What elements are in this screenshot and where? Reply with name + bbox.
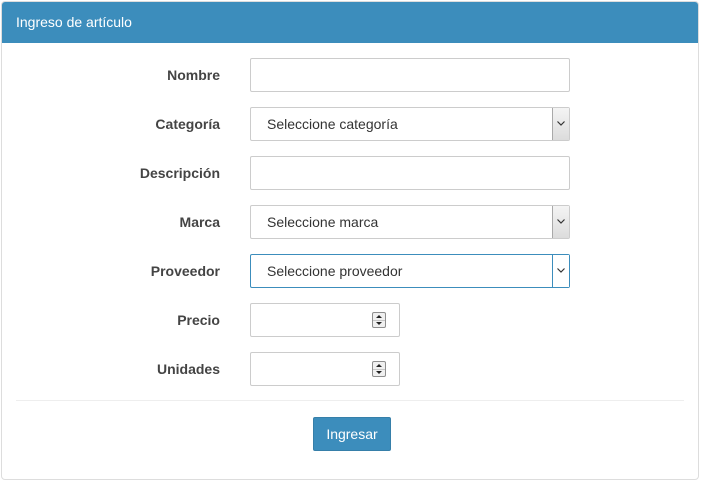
marca-select[interactable]: Seleccione marca xyxy=(250,205,570,239)
article-form-panel: Ingreso de artículo Nombre Categoría Sel… xyxy=(1,1,699,480)
marca-label: Marca xyxy=(179,214,220,230)
unidades-label: Unidades xyxy=(156,361,220,377)
categoria-select[interactable]: Seleccione categoría xyxy=(250,107,570,141)
footer-divider xyxy=(16,400,684,401)
categoria-select-value: Seleccione categoría xyxy=(267,116,398,132)
chevron-down-icon[interactable] xyxy=(552,206,569,238)
chevron-down-icon[interactable] xyxy=(552,255,569,287)
form-row-descripcion: Descripción xyxy=(2,156,700,190)
form-row-precio: Precio xyxy=(2,303,700,337)
nombre-label: Nombre xyxy=(167,67,220,83)
form-row-proveedor: Proveedor Seleccione proveedor xyxy=(2,254,700,288)
form-row-unidades: Unidades xyxy=(2,352,700,386)
precio-spinner[interactable] xyxy=(372,312,386,328)
chevron-down-icon[interactable] xyxy=(552,108,569,140)
panel-title: Ingreso de artículo xyxy=(2,2,698,43)
nombre-input[interactable] xyxy=(250,58,570,92)
triangle-down-icon[interactable] xyxy=(373,369,385,376)
unidades-input[interactable] xyxy=(250,352,400,386)
form-row-nombre: Nombre xyxy=(2,58,700,92)
precio-label: Precio xyxy=(177,312,220,328)
marca-select-value: Seleccione marca xyxy=(267,214,379,230)
descripcion-label: Descripción xyxy=(139,165,220,181)
precio-input[interactable] xyxy=(250,303,400,337)
descripcion-input[interactable] xyxy=(250,156,570,190)
categoria-label: Categoría xyxy=(155,116,220,132)
unidades-spinner[interactable] xyxy=(372,361,386,377)
proveedor-select[interactable]: Seleccione proveedor xyxy=(250,254,570,288)
form-row-marca: Marca Seleccione marca xyxy=(2,205,700,239)
proveedor-select-value: Seleccione proveedor xyxy=(267,263,403,279)
ingresar-button[interactable]: Ingresar xyxy=(313,417,391,451)
form-row-categoria: Categoría Seleccione categoría xyxy=(2,107,700,141)
proveedor-label: Proveedor xyxy=(150,263,220,279)
triangle-down-icon[interactable] xyxy=(373,320,385,327)
